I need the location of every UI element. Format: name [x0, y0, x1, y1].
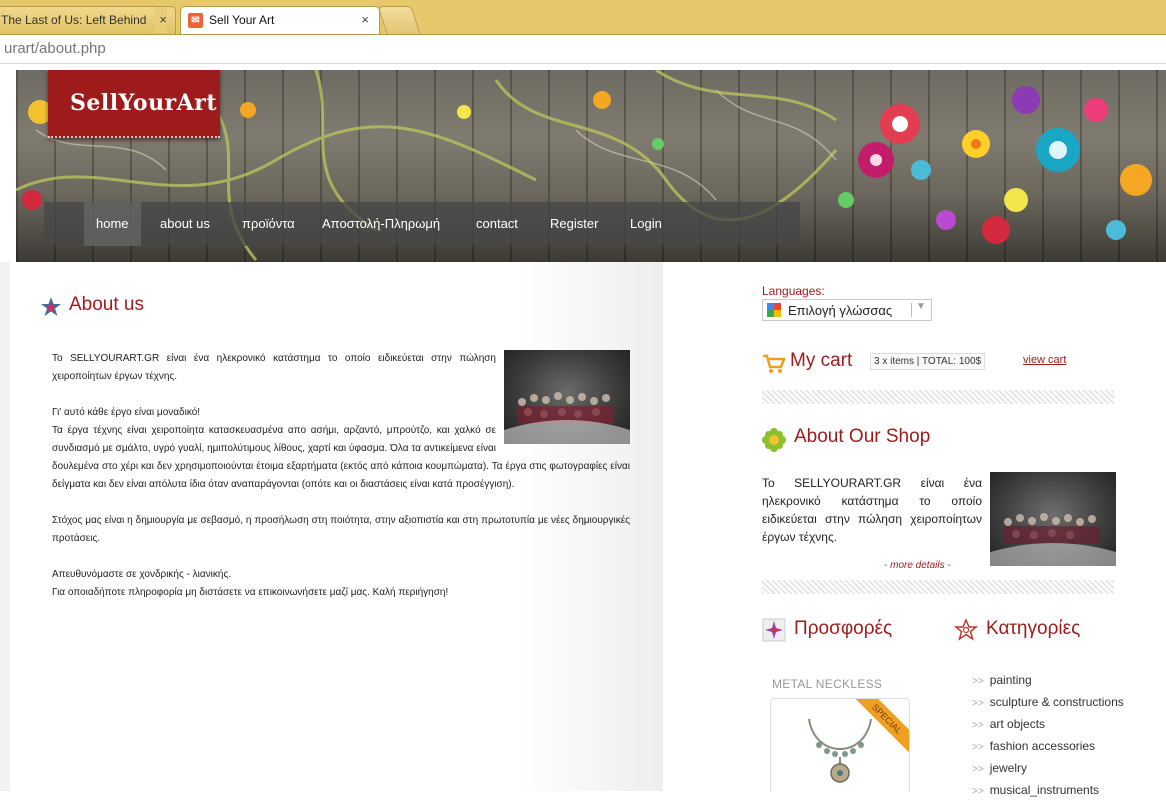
about-paragraph: Απευθυνόμαστε σε χονδρικής - λιανικής.	[52, 569, 232, 580]
chevron-right-icon: >>	[972, 742, 984, 753]
categories-heading: Κατηγορίες	[954, 616, 1154, 646]
cart-icon	[763, 354, 786, 373]
about-shop-text: Το SELLYOURART.GR είναι ένα ηλεκρονικό κ…	[762, 476, 982, 544]
nav-about-us[interactable]: about us	[148, 202, 222, 246]
offers-icon	[762, 618, 786, 642]
more-details-link[interactable]: - more details -	[884, 560, 951, 571]
offers-heading: Προσφορές	[762, 616, 952, 646]
site-logo[interactable]: SellYourArt	[48, 70, 220, 138]
nav-shipping-payment[interactable]: Αποστολή-Πληρωμή	[310, 202, 452, 246]
categories-title: Κατηγορίες	[986, 618, 1081, 639]
google-translate-icon	[767, 303, 781, 317]
divider	[762, 580, 1114, 594]
logo-text: SellYourArt	[70, 90, 217, 116]
group-photo-image	[504, 350, 630, 444]
url-text[interactable]: urart/about.php	[4, 40, 106, 57]
language-select[interactable]: Επιλογή γλώσσας ▼	[762, 299, 932, 321]
category-label[interactable]: sculpture & constructions	[990, 695, 1124, 709]
about-paragraph: Στόχος μας είναι η δημιουργία με σεβασμό…	[52, 515, 630, 544]
page-edge	[0, 262, 10, 791]
main-nav: home about us προϊόντα Αποστολή-Πληρωμή …	[44, 202, 800, 246]
nav-login[interactable]: Login	[618, 202, 674, 246]
cart-summary: 3 x items | TOTAL: 100$	[870, 353, 986, 370]
address-bar[interactable]: urart/about.php	[0, 35, 1166, 64]
category-label[interactable]: musical_instruments	[990, 783, 1099, 797]
site-favicon-icon: ✉	[188, 13, 203, 28]
about-shop-title: About Our Shop	[794, 426, 931, 447]
tab-title: The Last of Us: Left Behind	[1, 13, 147, 27]
category-item[interactable]: >> painting	[972, 670, 1124, 692]
divider	[762, 390, 1114, 404]
about-title: About us	[69, 294, 144, 315]
category-label[interactable]: painting	[990, 673, 1032, 687]
new-tab-button[interactable]	[377, 6, 421, 34]
tab-close-icon[interactable]: ×	[155, 7, 167, 33]
offer-product-name[interactable]: METAL NECKLESS	[772, 677, 882, 691]
category-list: >> painting >> sculpture & constructions >…	[972, 670, 1124, 802]
category-item[interactable]: >> sculpture & constructions	[972, 692, 1124, 714]
about-paragraph: Για οποιαδήποτε πληροφορία μη διστάσετε …	[52, 587, 449, 598]
flower-icon	[762, 428, 786, 452]
offer-product-card[interactable]: SPECIAL	[770, 698, 910, 792]
category-label[interactable]: art objects	[990, 717, 1045, 731]
category-item[interactable]: >> fashion accessories	[972, 736, 1124, 758]
nav-contact[interactable]: contact	[464, 202, 530, 246]
browser-tab-bar: The Last of Us: Left Behind × ✉ Sell You…	[0, 0, 1166, 35]
chevron-right-icon: >>	[972, 720, 984, 731]
cart-title: My cart	[790, 350, 853, 371]
view-cart-link[interactable]: view cart	[1023, 354, 1066, 366]
tab-title: Sell Your Art	[209, 13, 275, 27]
category-label[interactable]: fashion accessories	[990, 739, 1095, 753]
nav-products[interactable]: προϊόντα	[230, 202, 307, 246]
shop-group-photo-image	[990, 472, 1116, 566]
browser-tab[interactable]: The Last of Us: Left Behind ×	[0, 6, 176, 34]
nav-register[interactable]: Register	[538, 202, 610, 246]
languages-label: Languages:	[762, 284, 825, 298]
offers-title: Προσφορές	[794, 618, 893, 639]
chevron-right-icon: >>	[972, 676, 984, 687]
tab-close-icon[interactable]: ×	[361, 7, 369, 33]
star-icon	[41, 297, 61, 316]
chevron-right-icon: >>	[972, 764, 984, 775]
site-header: SellYourArt home about us προϊόντα Αποστ…	[16, 70, 1166, 262]
chevron-right-icon: >>	[972, 786, 984, 797]
category-item[interactable]: >> jewelry	[972, 758, 1124, 780]
necklace-image	[808, 718, 872, 783]
language-select-value: Επιλογή γλώσσας	[788, 303, 893, 318]
category-label[interactable]: jewelry	[990, 761, 1027, 775]
chevron-down-icon: ▼	[916, 301, 926, 312]
chevron-right-icon: >>	[972, 698, 984, 709]
nav-home[interactable]: home	[84, 202, 141, 246]
about-shop-heading: About Our Shop	[762, 426, 1062, 452]
category-item[interactable]: >> musical_instruments	[972, 780, 1124, 802]
browser-tab-active[interactable]: ✉ Sell Your Art ×	[180, 6, 380, 34]
about-text: Το SELLYOURART.GR είναι ένα ηλεκρονικό κ…	[52, 350, 630, 602]
star-outline-icon	[954, 618, 978, 641]
cart-block: My cart 3 x items | TOTAL: 100$ view car…	[762, 350, 1162, 378]
category-item[interactable]: >> art objects	[972, 714, 1124, 736]
